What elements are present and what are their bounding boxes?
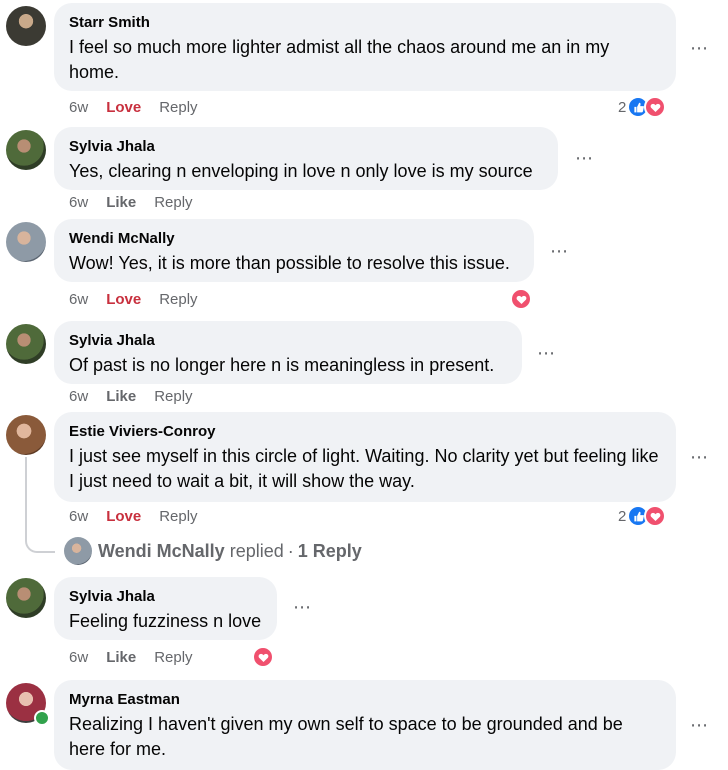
comment-actions: 6w Love Reply bbox=[69, 290, 198, 310]
love-reaction-icon bbox=[252, 646, 274, 668]
like-button[interactable]: Like bbox=[106, 193, 136, 213]
comment-author[interactable]: Sylvia Jhala bbox=[69, 331, 507, 351]
avatar[interactable] bbox=[6, 324, 46, 364]
comment-author[interactable]: Estie Viviers-Conroy bbox=[69, 422, 661, 442]
reply-button[interactable]: Reply bbox=[159, 98, 197, 118]
love-reaction-icon bbox=[510, 288, 532, 310]
love-reaction-icon bbox=[644, 505, 667, 527]
avatar[interactable] bbox=[6, 415, 46, 455]
more-options-icon[interactable]: ⋯ bbox=[575, 149, 594, 167]
replier-avatar bbox=[64, 537, 92, 565]
reply-button[interactable]: Reply bbox=[159, 507, 197, 527]
more-options-icon[interactable]: ⋯ bbox=[690, 39, 709, 57]
comment-actions: 6w Love Reply bbox=[69, 507, 198, 527]
comment-text: Feeling fuzziness n love bbox=[69, 611, 262, 631]
comment-actions: 6w Like Reply bbox=[69, 648, 193, 668]
reply-button[interactable]: Reply bbox=[154, 193, 192, 213]
comment-actions: 6w Love Reply bbox=[69, 98, 198, 118]
avatar[interactable] bbox=[6, 222, 46, 262]
comment-text: Wow! Yes, it is more than possible to re… bbox=[69, 253, 510, 273]
reaction-count: 2 bbox=[618, 98, 627, 116]
comment-author[interactable]: Starr Smith bbox=[69, 13, 661, 33]
comment-text: Yes, clearing n enveloping in love n onl… bbox=[69, 161, 533, 181]
online-status-icon bbox=[34, 710, 50, 726]
reply-button[interactable]: Reply bbox=[154, 648, 192, 668]
comment-text: Realizing I haven't given my own self to… bbox=[69, 714, 623, 759]
comment-time[interactable]: 6w bbox=[69, 507, 88, 527]
replied-separator: · bbox=[287, 540, 294, 561]
comment-text: I feel so much more lighter admist all t… bbox=[69, 37, 610, 82]
comment-author[interactable]: Wendi McNally bbox=[69, 229, 519, 249]
comment-bubble: Sylvia Jhala Feeling fuzziness n love bbox=[54, 577, 277, 640]
reply-button[interactable]: Reply bbox=[154, 387, 192, 407]
view-replies-link[interactable]: Wendi McNally replied · 1 Reply bbox=[64, 537, 362, 565]
more-options-icon[interactable]: ⋯ bbox=[690, 448, 709, 466]
love-button[interactable]: Love bbox=[106, 98, 141, 118]
like-button[interactable]: Like bbox=[106, 387, 136, 407]
more-options-icon[interactable]: ⋯ bbox=[537, 344, 556, 362]
reaction-count: 2 bbox=[618, 507, 627, 525]
avatar[interactable] bbox=[6, 130, 46, 170]
replied-verb: replied bbox=[229, 540, 284, 561]
comment-bubble: Sylvia Jhala Of past is no longer here n… bbox=[54, 321, 522, 384]
comment-author[interactable]: Myrna Eastman bbox=[69, 690, 661, 710]
comment-actions: 6w Like Reply bbox=[69, 193, 193, 213]
comment-bubble: Sylvia Jhala Yes, clearing n enveloping … bbox=[54, 127, 558, 190]
comment-time[interactable]: 6w bbox=[69, 193, 88, 213]
reaction-summary[interactable]: 2 bbox=[618, 96, 667, 118]
comment-time[interactable]: 6w bbox=[69, 290, 88, 310]
love-button[interactable]: Love bbox=[106, 507, 141, 527]
love-reaction-icon bbox=[644, 96, 667, 118]
comment-text: Of past is no longer here n is meaningle… bbox=[69, 355, 495, 375]
reaction-summary[interactable] bbox=[252, 646, 274, 668]
comment-author[interactable]: Sylvia Jhala bbox=[69, 587, 262, 607]
comment-actions: 6w Like Reply bbox=[69, 387, 193, 407]
reaction-summary[interactable] bbox=[510, 288, 532, 310]
comment-text: I just see myself in this circle of ligh… bbox=[69, 446, 659, 491]
reply-thread-line bbox=[25, 457, 55, 553]
avatar[interactable] bbox=[6, 578, 46, 618]
more-options-icon[interactable]: ⋯ bbox=[293, 598, 312, 616]
comment-bubble: Wendi McNally Wow! Yes, it is more than … bbox=[54, 219, 534, 282]
comment-time[interactable]: 6w bbox=[69, 648, 88, 668]
comment-author[interactable]: Sylvia Jhala bbox=[69, 137, 543, 157]
avatar[interactable] bbox=[6, 6, 46, 46]
more-options-icon[interactable]: ⋯ bbox=[690, 716, 709, 734]
comment-bubble: Myrna Eastman Realizing I haven't given … bbox=[54, 680, 676, 770]
comment-time[interactable]: 6w bbox=[69, 98, 88, 118]
reply-button[interactable]: Reply bbox=[159, 290, 197, 310]
comment-bubble: Estie Viviers-Conroy I just see myself i… bbox=[54, 412, 676, 502]
reaction-summary[interactable]: 2 bbox=[618, 505, 667, 527]
comment-time[interactable]: 6w bbox=[69, 387, 88, 407]
comment-bubble: Starr Smith I feel so much more lighter … bbox=[54, 3, 676, 91]
love-button[interactable]: Love bbox=[106, 290, 141, 310]
like-button[interactable]: Like bbox=[106, 648, 136, 668]
reply-count: 1 Reply bbox=[297, 540, 362, 561]
more-options-icon[interactable]: ⋯ bbox=[550, 242, 569, 260]
replier-name: Wendi McNally bbox=[98, 540, 225, 561]
